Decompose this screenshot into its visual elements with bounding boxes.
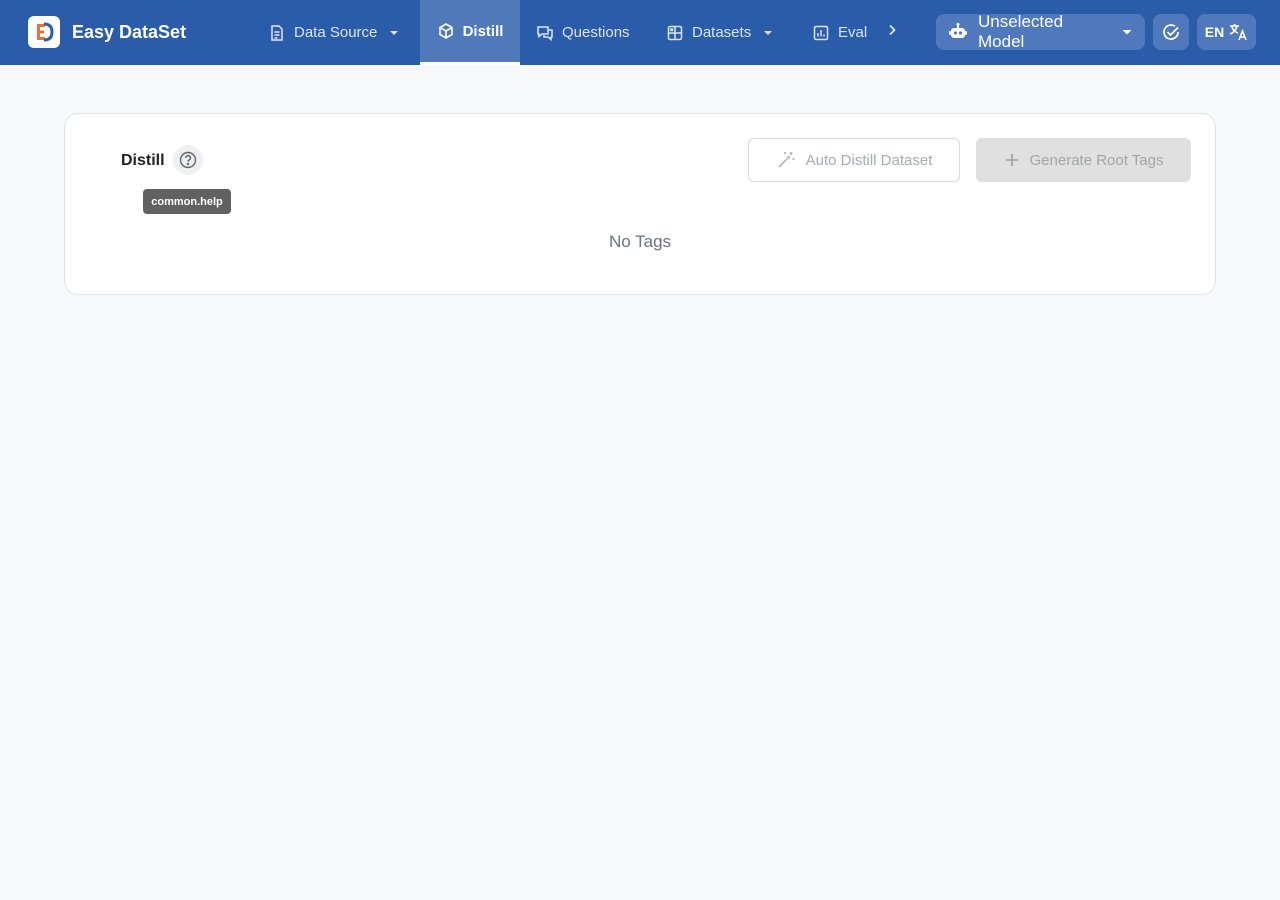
magic-wand-icon — [776, 150, 796, 170]
chevron-down-icon — [763, 28, 773, 38]
robot-icon — [948, 22, 968, 42]
translate-icon — [1228, 22, 1248, 42]
tab-datasets[interactable]: Datasets — [650, 0, 796, 65]
language-switch-button[interactable]: EN — [1197, 14, 1256, 50]
tab-questions[interactable]: Questions — [520, 0, 650, 65]
empty-state-text: No Tags — [608, 232, 672, 251]
grid-icon — [666, 24, 684, 42]
bar-chart-icon — [812, 24, 830, 42]
model-label: Unselected Model — [978, 12, 1064, 51]
language-code: EN — [1204, 24, 1225, 40]
help-button[interactable] — [173, 145, 203, 175]
app-logo[interactable] — [28, 16, 60, 48]
chat-icon — [536, 24, 554, 42]
check-circle-icon — [1161, 22, 1181, 42]
caret-down-icon — [1121, 26, 1133, 38]
distill-card: Distill common.help Auto Distill Dataset… — [64, 113, 1216, 295]
chevron-down-icon — [389, 28, 399, 38]
plus-icon — [1004, 152, 1020, 168]
chevron-right-icon — [885, 23, 899, 42]
nav-scroll-right-button[interactable] — [880, 20, 904, 44]
tab-label: Data Source — [294, 24, 378, 41]
tab-label: Datasets — [692, 24, 752, 41]
auto-distill-label: Auto Distill Dataset — [805, 151, 933, 169]
auto-distill-button[interactable]: Auto Distill Dataset — [748, 138, 960, 182]
page-title: Distill — [121, 152, 165, 169]
tab-data-source[interactable]: Data Source — [252, 0, 412, 65]
model-selector-button[interactable]: Unselected Model — [936, 12, 1145, 51]
generate-root-tags-button[interactable]: Generate Root Tags — [976, 138, 1191, 182]
generate-root-tags-label: Generate Root Tags — [1029, 151, 1164, 169]
help-tooltip: common.help — [143, 189, 231, 214]
cube-icon — [437, 22, 455, 40]
help-circle-icon — [179, 151, 197, 169]
tab-distill[interactable]: Distill — [420, 0, 520, 65]
document-icon — [268, 24, 286, 42]
task-status-button[interactable] — [1153, 14, 1189, 50]
top-navbar: Easy DataSet Data Source Distill Questio… — [0, 0, 1280, 65]
tab-label: Distill — [462, 22, 504, 40]
tab-label: Questions — [562, 24, 630, 41]
tab-label: Eval — [838, 24, 868, 41]
app-name: Easy DataSet — [72, 22, 187, 42]
tab-eval[interactable]: Eval — [796, 0, 876, 65]
